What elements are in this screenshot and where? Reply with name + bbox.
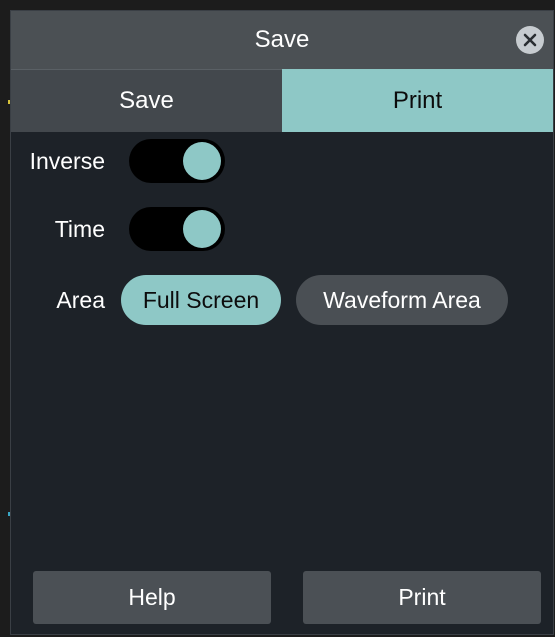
time-toggle[interactable] — [129, 207, 225, 251]
area-label: Area — [56, 286, 105, 313]
print-button[interactable]: Print — [303, 571, 541, 624]
inverse-toggle-knob — [183, 142, 221, 180]
inverse-label: Inverse — [29, 147, 105, 174]
time-row: Time — [11, 207, 553, 251]
inverse-toggle[interactable] — [129, 139, 225, 183]
close-icon — [523, 33, 537, 47]
dialog-titlebar: Save — [11, 11, 553, 69]
area-row: Area Full Screen Waveform Area — [11, 275, 553, 325]
save-dialog: Save Save Print Inverse Time Area Full S… — [10, 10, 554, 635]
inverse-row: Inverse — [11, 139, 553, 183]
tab-print[interactable]: Print — [282, 69, 553, 132]
full-screen-option[interactable]: Full Screen — [121, 275, 281, 325]
waveform-area-option[interactable]: Waveform Area — [296, 275, 508, 325]
time-label: Time — [54, 215, 105, 242]
tab-save[interactable]: Save — [11, 69, 282, 132]
help-button[interactable]: Help — [33, 571, 271, 624]
dialog-title: Save — [254, 26, 310, 53]
time-toggle-knob — [183, 210, 221, 248]
tab-bar: Save Print — [11, 69, 553, 132]
close-button[interactable] — [516, 26, 544, 54]
